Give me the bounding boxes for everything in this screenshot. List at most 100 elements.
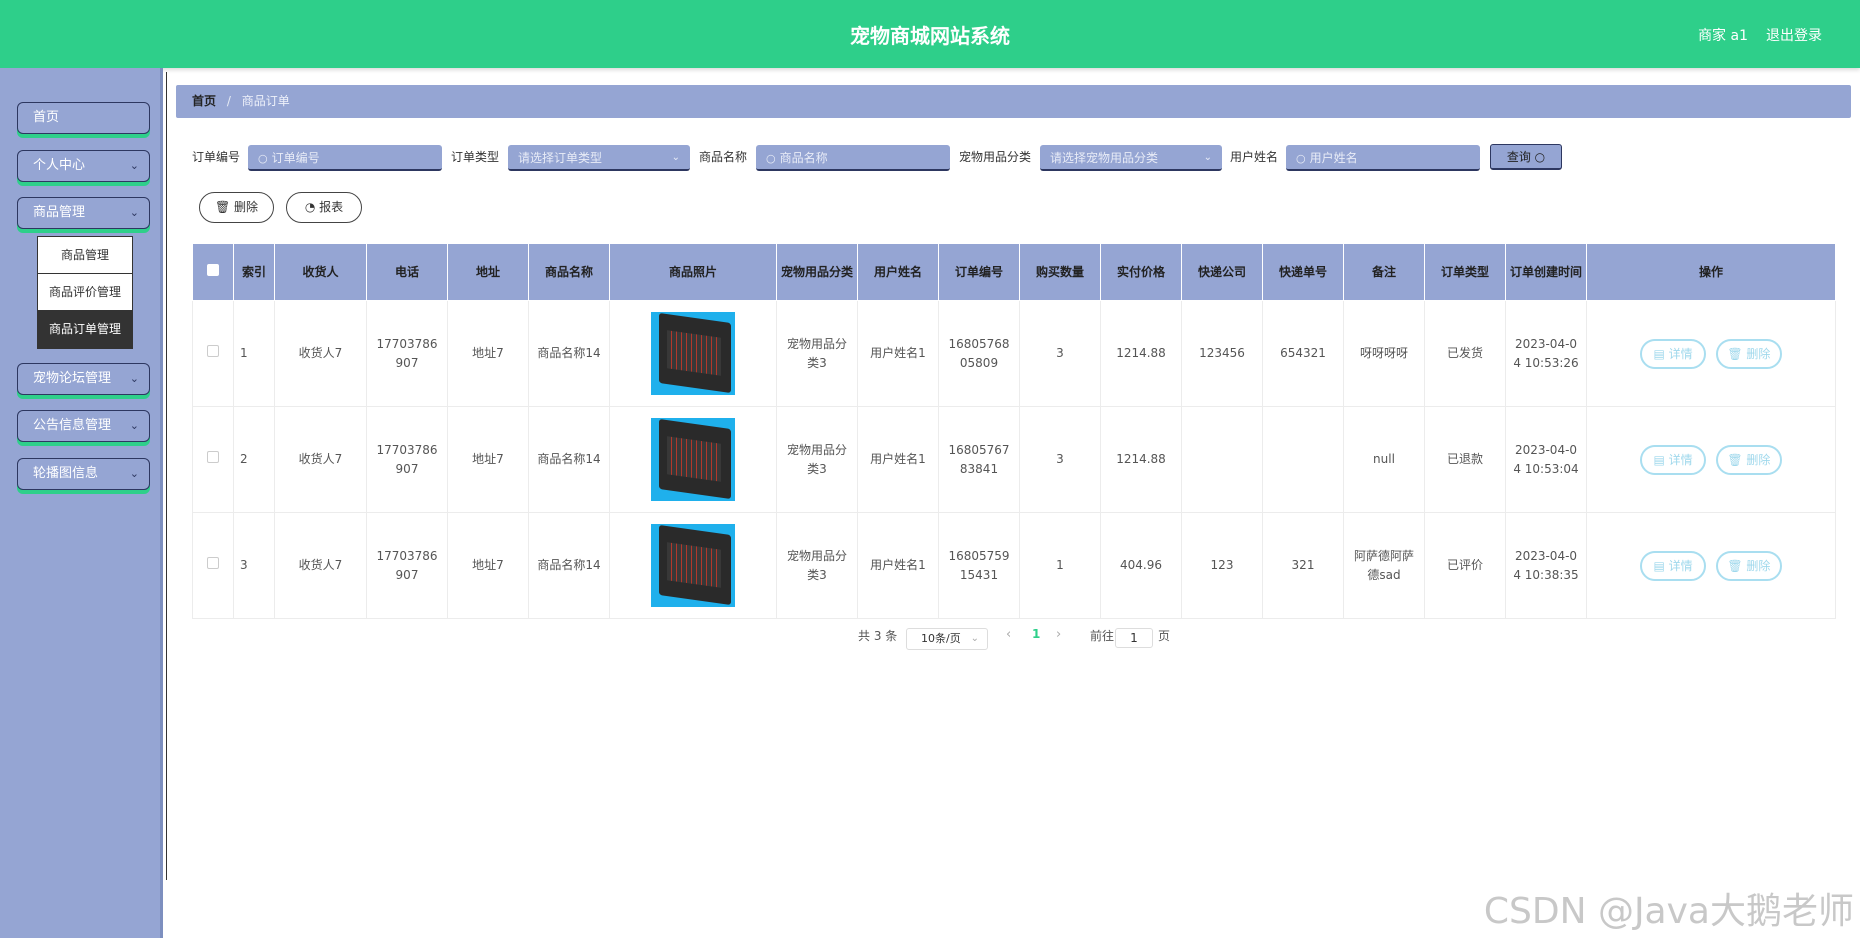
sidebar-item-carousel[interactable]: 轮播图信息 ⌄ bbox=[17, 458, 150, 490]
row-checkbox[interactable] bbox=[207, 451, 219, 463]
table-row: 3 收货人7 17703786907 地址7 商品名称14 宠物用品分类3 用户… bbox=[192, 512, 1836, 619]
column-header: 商品照片 bbox=[609, 243, 777, 301]
cell-note: null bbox=[1343, 406, 1425, 513]
cell-address: 地址7 bbox=[447, 300, 529, 407]
breadcrumb: 首页 / 商品订单 bbox=[176, 85, 1851, 118]
trash-icon: 🗑 bbox=[1727, 558, 1743, 573]
submenu-item-product-orders[interactable]: 商品订单管理 bbox=[38, 311, 132, 348]
row-select-cell bbox=[192, 512, 234, 619]
sidebar-item-personal-center[interactable]: 个人中心 ⌄ bbox=[17, 150, 150, 182]
row-select-cell bbox=[192, 406, 234, 513]
sidebar-item-forum-management[interactable]: 宠物论坛管理 ⌄ bbox=[17, 363, 150, 395]
cell-qty: 1 bbox=[1019, 512, 1101, 619]
sidebar-item-label: 首页 bbox=[33, 110, 60, 125]
cell-product: 商品名称14 bbox=[528, 406, 610, 513]
submenu-item-product-reviews[interactable]: 商品评价管理 bbox=[38, 274, 132, 311]
cell-address: 地址7 bbox=[447, 406, 529, 513]
breadcrumb-separator: / bbox=[226, 94, 231, 108]
product-photo[interactable] bbox=[651, 524, 735, 607]
cell-created: 2023-04-04 10:53:04 bbox=[1505, 406, 1587, 513]
user-name-label: 用户姓名 bbox=[1230, 150, 1279, 164]
report-button[interactable]: ◔ 报表 bbox=[286, 192, 362, 223]
cell-type: 已评价 bbox=[1424, 512, 1506, 619]
table-header-row: 索引 收货人 电话 地址 商品名称 商品照片 宠物用品分类 用户姓名 订单编号 … bbox=[192, 243, 1836, 301]
delete-button[interactable]: 🗑 删除 bbox=[1715, 550, 1782, 581]
delete-button[interactable]: 🗑 删除 bbox=[1715, 444, 1782, 475]
cell-index: 2 bbox=[233, 406, 275, 513]
user-name-input[interactable]: ○ 用户姓名 bbox=[1286, 145, 1480, 171]
sidebar-item-home[interactable]: 首页 bbox=[17, 102, 150, 134]
cell-phone: 17703786907 bbox=[366, 300, 448, 407]
breadcrumb-home[interactable]: 首页 bbox=[192, 94, 216, 108]
order-no-label: 订单编号 bbox=[192, 150, 241, 164]
cell-category: 宠物用品分类3 bbox=[776, 300, 858, 407]
cell-product: 商品名称14 bbox=[528, 300, 610, 407]
cell-actions: ▤ 详情 🗑 删除 bbox=[1586, 300, 1836, 407]
sidebar-item-label: 商品管理 bbox=[33, 205, 86, 220]
sidebar-item-product-management[interactable]: 商品管理 ⌄ bbox=[17, 197, 150, 229]
chevron-down-icon: ⌄ bbox=[129, 372, 139, 385]
product-submenu: 商品管理 商品评价管理 商品订单管理 bbox=[37, 236, 133, 349]
search-icon: ○ bbox=[258, 152, 268, 165]
order-type-select[interactable]: 请选择订单类型 ⌄ bbox=[508, 145, 690, 171]
goto-page-input[interactable]: 1 bbox=[1115, 628, 1153, 648]
page-unit-label: 页 bbox=[1158, 629, 1171, 643]
batch-delete-button[interactable]: 🗑 删除 bbox=[199, 192, 274, 223]
cell-tracking: 654321 bbox=[1262, 300, 1344, 407]
cell-courier: 123 bbox=[1181, 512, 1263, 619]
cell-actions: ▤ 详情 🗑 删除 bbox=[1586, 406, 1836, 513]
content-divider bbox=[166, 72, 167, 880]
detail-button[interactable]: ▤ 详情 bbox=[1640, 444, 1707, 475]
chevron-down-icon: ⌄ bbox=[129, 419, 139, 432]
cell-category: 宠物用品分类3 bbox=[776, 406, 858, 513]
column-header: 索引 bbox=[233, 243, 275, 301]
page-size-select[interactable]: 10条/页 ⌄ bbox=[906, 628, 988, 650]
cell-order-no: 1680575915431 bbox=[938, 512, 1020, 619]
query-button[interactable]: 查询 ○ bbox=[1490, 144, 1562, 170]
cell-actions: ▤ 详情 🗑 删除 bbox=[1586, 512, 1836, 619]
cell-qty: 3 bbox=[1019, 406, 1101, 513]
page-number-current[interactable]: 1 bbox=[1032, 627, 1040, 641]
current-user: 商家 a1 bbox=[1698, 28, 1748, 44]
cell-order-no: 1680576805809 bbox=[938, 300, 1020, 407]
cell-receiver: 收货人7 bbox=[274, 512, 367, 619]
logout-link[interactable]: 退出登录 bbox=[1766, 25, 1822, 45]
category-label: 宠物用品分类 bbox=[959, 150, 1032, 164]
chevron-down-icon: ⌄ bbox=[129, 206, 139, 219]
cell-product: 商品名称14 bbox=[528, 512, 610, 619]
row-select-cell bbox=[192, 300, 234, 407]
sidebar-item-label: 宠物论坛管理 bbox=[33, 371, 112, 386]
select-all-checkbox[interactable] bbox=[207, 264, 219, 276]
column-header: 电话 bbox=[366, 243, 448, 301]
row-checkbox[interactable] bbox=[207, 345, 219, 357]
prev-page-icon[interactable]: ‹ bbox=[1006, 627, 1011, 642]
cell-index: 1 bbox=[233, 300, 275, 407]
submenu-item-products[interactable]: 商品管理 bbox=[38, 237, 132, 274]
product-name-input[interactable]: ○ 商品名称 bbox=[756, 145, 950, 171]
product-photo[interactable] bbox=[651, 418, 735, 501]
sidebar-item-label: 个人中心 bbox=[33, 158, 86, 173]
search-icon: ○ bbox=[1534, 150, 1546, 164]
sidebar-item-notice-management[interactable]: 公告信息管理 ⌄ bbox=[17, 410, 150, 442]
watermark: CSDN @Java大鹅老师 bbox=[1483, 891, 1854, 932]
document-icon: ▤ bbox=[1653, 558, 1665, 573]
document-icon: ▤ bbox=[1653, 452, 1665, 467]
cell-courier: 123456 bbox=[1181, 300, 1263, 407]
column-header: 快递公司 bbox=[1181, 243, 1263, 301]
app-title: 宠物商城网站系统 bbox=[850, 24, 1010, 48]
category-select[interactable]: 请选择宠物用品分类 ⌄ bbox=[1040, 145, 1222, 171]
detail-button[interactable]: ▤ 详情 bbox=[1640, 338, 1707, 369]
row-checkbox[interactable] bbox=[207, 557, 219, 569]
column-header: 商品名称 bbox=[528, 243, 610, 301]
delete-button[interactable]: 🗑 删除 bbox=[1715, 338, 1782, 369]
column-header: 用户姓名 bbox=[857, 243, 939, 301]
trash-icon: 🗑 bbox=[1727, 452, 1743, 467]
column-header: 快递单号 bbox=[1262, 243, 1344, 301]
column-header: 操作 bbox=[1586, 243, 1836, 301]
trash-icon: 🗑 bbox=[214, 200, 231, 214]
sidebar-item-label: 公告信息管理 bbox=[33, 418, 112, 433]
order-no-input[interactable]: ○ 订单编号 bbox=[248, 145, 442, 171]
detail-button[interactable]: ▤ 详情 bbox=[1640, 550, 1707, 581]
product-photo[interactable] bbox=[651, 312, 735, 395]
next-page-icon[interactable]: › bbox=[1056, 627, 1061, 642]
